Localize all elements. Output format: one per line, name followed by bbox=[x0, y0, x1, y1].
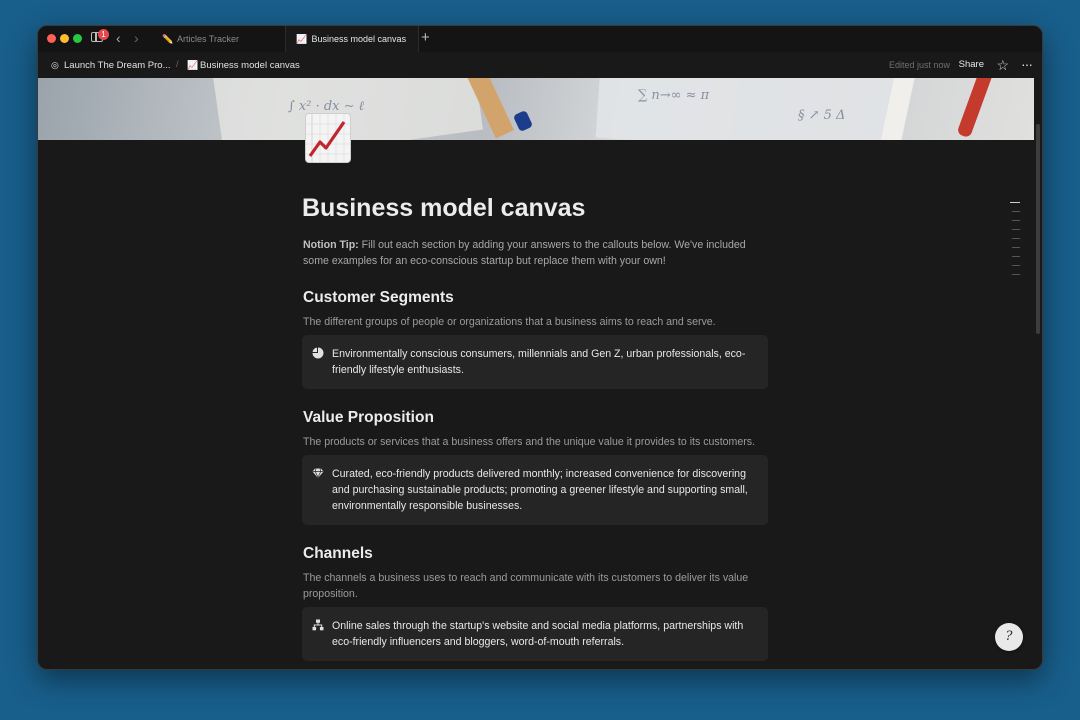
chart-increasing-icon: 📈 bbox=[296, 34, 308, 44]
edited-status: Edited just now bbox=[888, 60, 950, 70]
page-cover-image: ∫ x² · dx ∼ ℓ ∑ n→∞ ≈ π § ↗ 5 Δ bbox=[38, 78, 1034, 140]
zoom-window-button[interactable] bbox=[73, 34, 82, 43]
tab-label: Business model canvas bbox=[311, 34, 407, 44]
diamond-icon bbox=[312, 468, 324, 478]
callout-channels[interactable]: Online sales through the startup's websi… bbox=[302, 607, 768, 661]
callout-customer-segments[interactable]: Environmentally conscious consumers, mil… bbox=[302, 335, 768, 389]
section-description[interactable]: The products or services that a business… bbox=[303, 434, 769, 450]
hierarchy-icon bbox=[312, 619, 324, 631]
more-options-icon[interactable]: ··· bbox=[1021, 52, 1033, 76]
back-arrow-icon[interactable]: ‹ bbox=[116, 29, 121, 47]
section-heading-customer-segments[interactable]: Customer Segments bbox=[303, 289, 454, 307]
breadcrumb-label: Launch The Dream Pro... bbox=[64, 60, 171, 71]
tip-label: Notion Tip: bbox=[303, 239, 359, 251]
tab-bar: 1 ‹ › ✏️ Articles Tracker 📈 Business mod… bbox=[38, 26, 1042, 52]
tip-text: Fill out each section by adding your ans… bbox=[303, 239, 746, 267]
callout-text: Environmentally conscious consumers, mil… bbox=[332, 348, 746, 376]
section-description[interactable]: The different groups of people or organi… bbox=[303, 314, 769, 330]
pie-chart-icon bbox=[312, 347, 324, 359]
notification-badge: 1 bbox=[98, 29, 109, 40]
breadcrumb-label: Business model canvas bbox=[200, 60, 300, 71]
new-tab-button[interactable]: + bbox=[421, 29, 430, 47]
favorite-star-icon[interactable]: ☆ bbox=[996, 52, 1009, 78]
callout-text: Online sales through the startup's websi… bbox=[332, 620, 744, 648]
forward-arrow-icon[interactable]: › bbox=[134, 29, 139, 47]
share-button[interactable]: Share bbox=[959, 52, 984, 78]
callout-text: Curated, eco-friendly products delivered… bbox=[332, 468, 748, 512]
section-description[interactable]: The channels a business uses to reach an… bbox=[303, 570, 769, 602]
table-of-contents-minimap[interactable] bbox=[1010, 202, 1020, 283]
tab-label: Articles Tracker bbox=[177, 34, 240, 44]
chart-increasing-icon: 📈 bbox=[187, 60, 199, 70]
tab-articles-tracker[interactable]: ✏️ Articles Tracker bbox=[152, 26, 286, 52]
close-window-button[interactable] bbox=[47, 34, 56, 43]
minimize-window-button[interactable] bbox=[60, 34, 69, 43]
breadcrumb-current[interactable]: 📈 Business model canvas bbox=[187, 52, 300, 78]
scrollbar[interactable] bbox=[1036, 124, 1040, 334]
callout-value-proposition[interactable]: Curated, eco-friendly products delivered… bbox=[302, 455, 768, 525]
target-icon: ◎ bbox=[51, 60, 59, 70]
page-title[interactable]: Business model canvas bbox=[302, 194, 585, 223]
page-chart-icon[interactable] bbox=[305, 113, 351, 163]
breadcrumb-parent[interactable]: ◎ Launch The Dream Pro... bbox=[51, 52, 171, 78]
notion-tip[interactable]: Notion Tip: Fill out each section by add… bbox=[303, 237, 773, 269]
section-heading-channels[interactable]: Channels bbox=[303, 545, 373, 563]
tab-business-model-canvas[interactable]: 📈 Business model canvas bbox=[285, 26, 419, 52]
page-topbar: ◎ Launch The Dream Pro... / 📈 Business mod… bbox=[38, 52, 1042, 78]
help-button[interactable]: ? bbox=[995, 623, 1023, 651]
section-heading-value-proposition[interactable]: Value Proposition bbox=[303, 409, 434, 427]
pencil-icon: ✏️ bbox=[162, 34, 174, 44]
browser-window: 1 ‹ › ✏️ Articles Tracker 📈 Business mod… bbox=[37, 25, 1043, 670]
breadcrumb-separator: / bbox=[176, 59, 179, 70]
